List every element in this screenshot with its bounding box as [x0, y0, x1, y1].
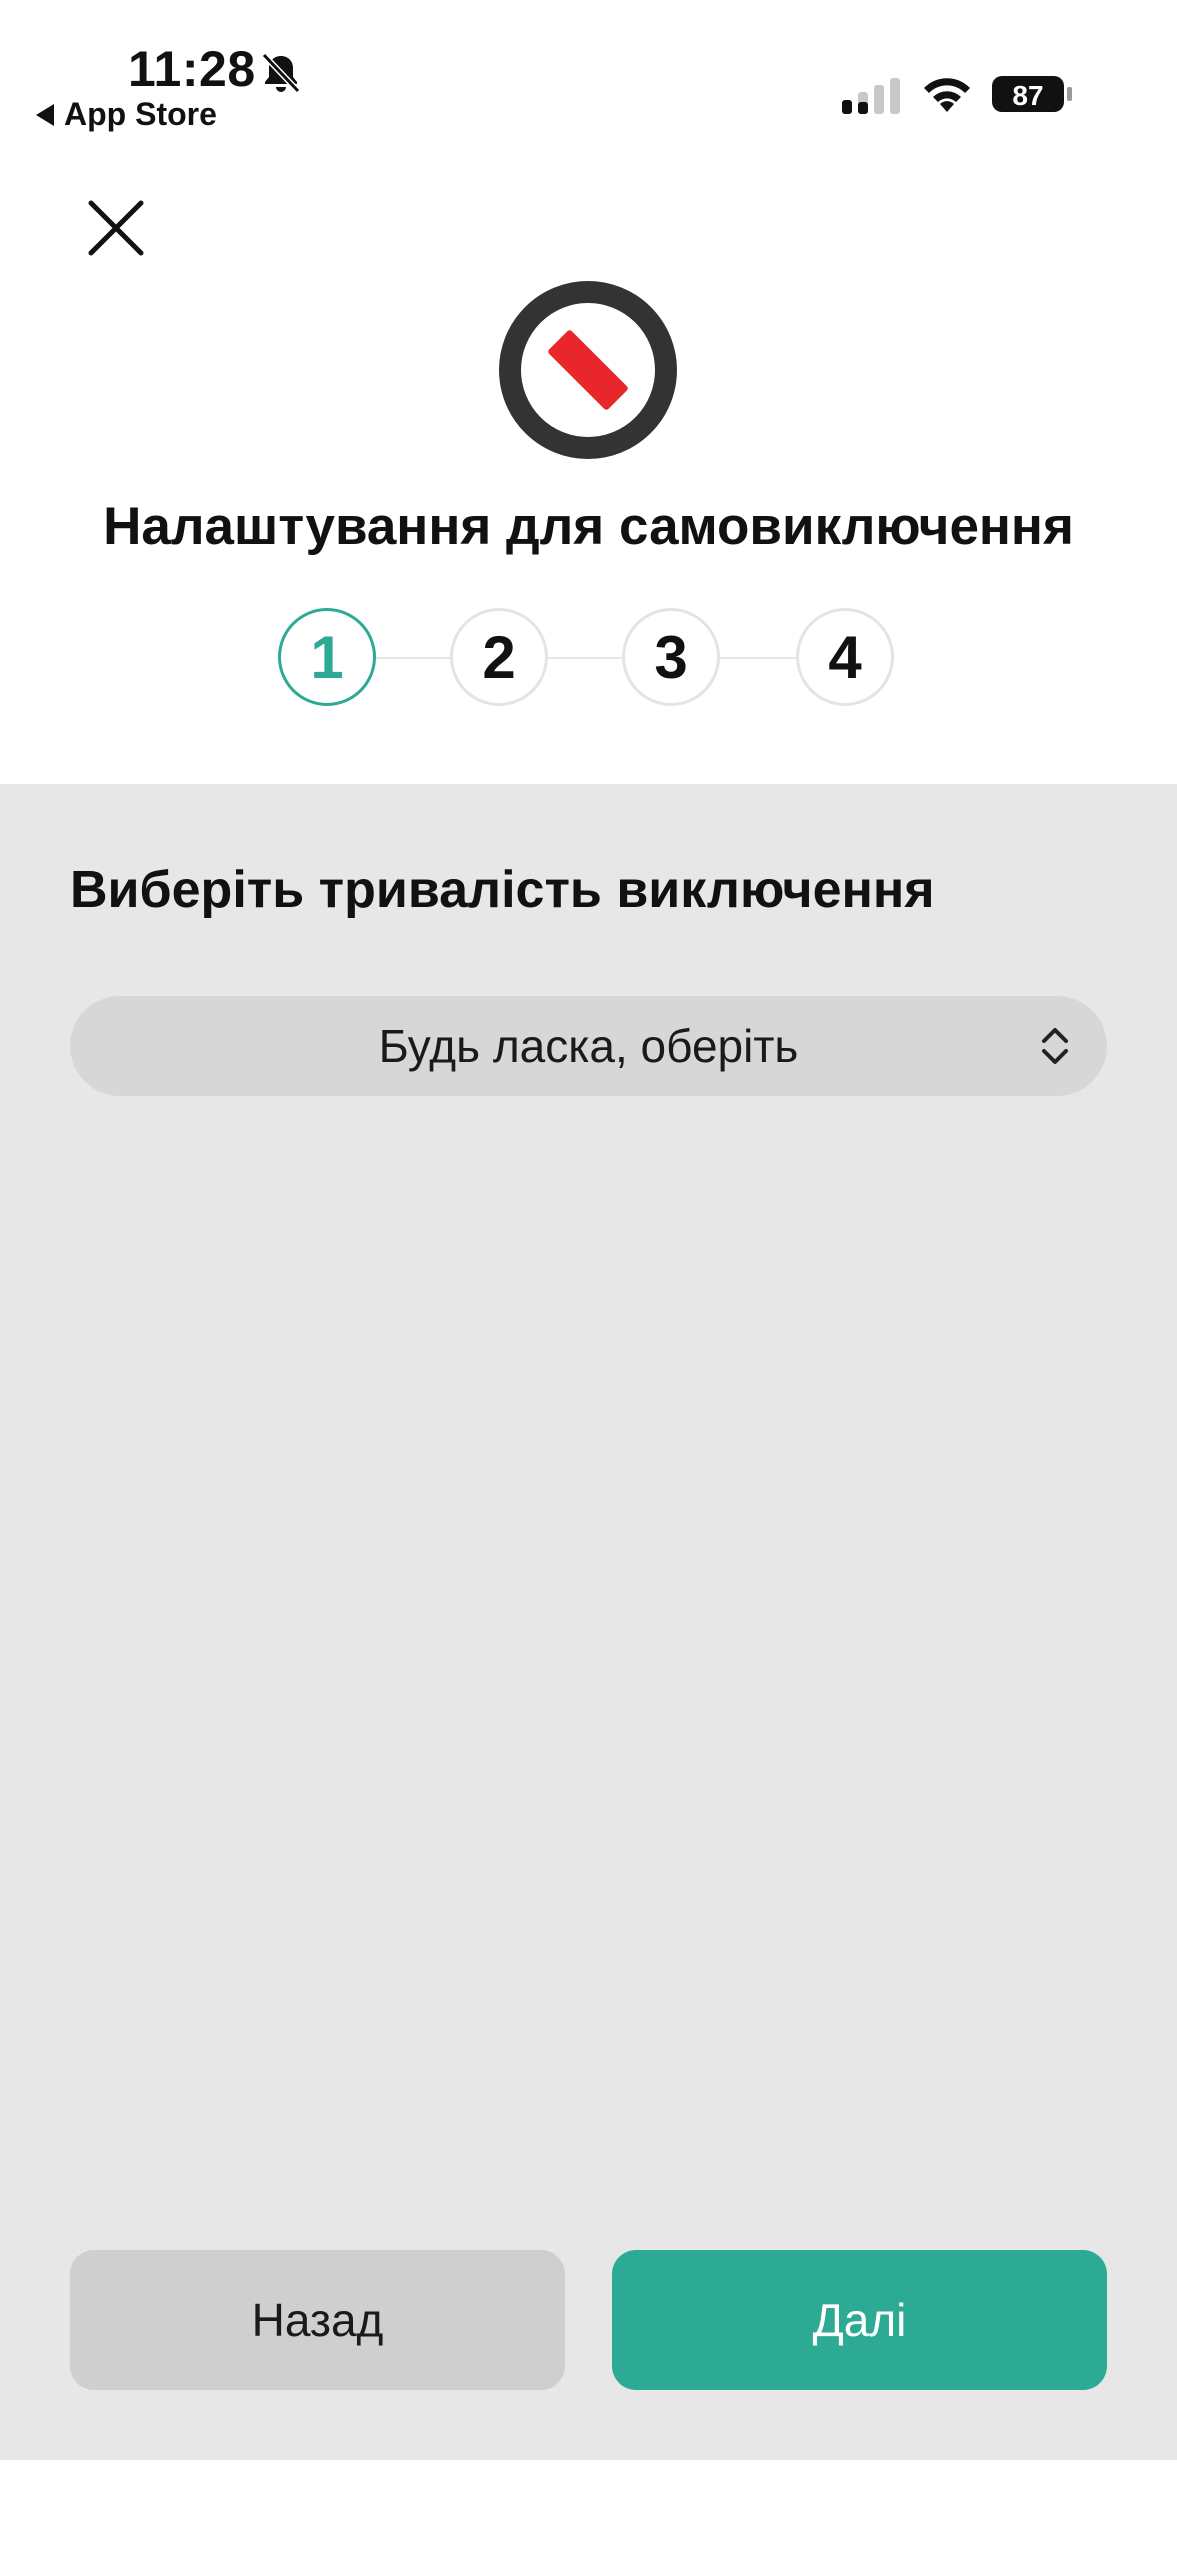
next-button[interactable]: Далі	[612, 2250, 1107, 2390]
back-to-app-store-label: App Store	[64, 96, 217, 132]
bell-slash-icon	[261, 52, 301, 94]
back-button[interactable]: Назад	[70, 2250, 565, 2390]
section-title: Виберіть тривалість виключення	[70, 861, 935, 919]
content-panel: Виберіть тривалість виключення Будь ласк…	[0, 784, 1177, 2460]
no-entry-icon	[499, 281, 677, 459]
battery-level: 87	[1012, 80, 1043, 111]
back-arrow-icon	[36, 103, 54, 126]
stepper: 1 2 3 4	[278, 608, 898, 708]
status-time: 11:28	[128, 41, 256, 97]
cellular-signal-icon	[842, 78, 900, 114]
close-icon[interactable]	[86, 198, 146, 258]
step-2: 2	[450, 608, 548, 706]
status-bar: 11:28 App Store 87	[0, 0, 1177, 150]
back-to-app-store[interactable]: App Store	[36, 96, 217, 133]
self-exclusion-setup-screen: 11:28 App Store 87 Налаштування для само…	[0, 0, 1177, 2560]
step-3: 3	[622, 608, 720, 706]
step-4: 4	[796, 608, 894, 706]
battery-icon: 87	[992, 76, 1072, 112]
step-1: 1	[278, 608, 376, 706]
duration-select[interactable]: Будь ласка, оберіть	[70, 996, 1107, 1096]
duration-select-value: Будь ласка, оберіть	[378, 1020, 799, 1072]
chevron-up-down-icon	[1042, 1028, 1068, 1064]
page-title: Налаштування для самовиключення	[103, 497, 1074, 556]
stepper-line	[328, 657, 848, 659]
wifi-icon	[924, 78, 970, 112]
